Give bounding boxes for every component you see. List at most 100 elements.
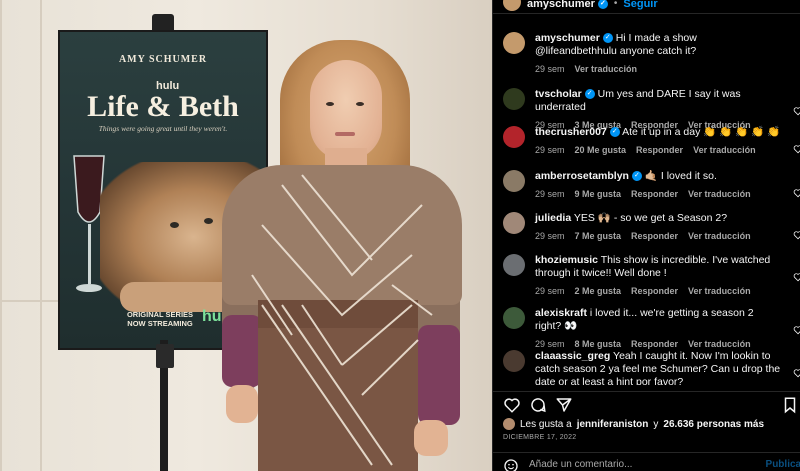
comment-meta: 29 sem 20 Me gusta Responder Ver traducción xyxy=(535,145,781,155)
wall-molding xyxy=(0,0,2,471)
commenter-username[interactable]: claaassic_greg xyxy=(535,350,610,362)
add-comment-bar: Publicar xyxy=(493,452,800,471)
translate-button[interactable]: Ver traducción xyxy=(688,189,751,199)
verified-icon: ✓ xyxy=(609,127,620,138)
commenter-username[interactable]: khoziemusic xyxy=(535,254,598,266)
reply-button[interactable]: Responder xyxy=(631,339,678,349)
comment-text: alexiskraft i loved it... we're getting … xyxy=(535,307,781,333)
commenter-avatar[interactable] xyxy=(503,307,525,329)
comment-body: YES 🙌🏼 - so we get a Season 2? xyxy=(573,212,728,224)
comment-item: amberrosetamblyn ✓ 🤙🏼 I loved it so. 29 se… xyxy=(493,170,800,199)
comment-text: juliedia YES 🙌🏼 - so we get a Season 2? xyxy=(535,212,781,225)
comment-item: tvscholar ✓ Um yes and DARE I say it was … xyxy=(493,88,800,130)
comment-likes[interactable]: 2 Me gusta xyxy=(575,286,622,296)
comment-text: amberrosetamblyn ✓ 🤙🏼 I loved it so. xyxy=(535,170,781,183)
comment-likes[interactable]: 8 Me gusta xyxy=(575,339,622,349)
comment-likes[interactable]: 20 Me gusta xyxy=(575,145,627,155)
comment-heart-icon[interactable] xyxy=(793,144,800,154)
wall-molding xyxy=(0,300,60,302)
comment-heart-icon[interactable] xyxy=(793,272,800,282)
comment-text: claaassic_greg Yeah I caught it. Now I'm… xyxy=(535,350,781,385)
verified-icon: ✓ xyxy=(597,0,608,9)
commenter-avatar[interactable] xyxy=(503,350,525,372)
person-eye xyxy=(356,102,364,106)
post-photo[interactable]: AMY SCHUMER hulu Life & Beth Things were… xyxy=(0,0,492,471)
comment-text: amyschumer ✓ Hi I made a show @lifeandbet… xyxy=(535,32,781,58)
commenter-username[interactable]: alexiskraft xyxy=(535,307,587,319)
publish-button[interactable]: Publicar xyxy=(766,459,800,470)
comment-time: 29 sem xyxy=(535,64,565,74)
comments-list[interactable]: amyschumer ✓ Hi I made a show @lifeandbet… xyxy=(493,30,800,385)
comment-body: 🤙🏼 I loved it so. xyxy=(644,170,717,182)
comment-text: khoziemusic This show is incredible. I'v… xyxy=(535,254,781,280)
comment-heart-icon[interactable] xyxy=(793,106,800,116)
reply-button[interactable]: Responder xyxy=(631,286,678,296)
commenter-username[interactable]: juliedia xyxy=(535,212,571,224)
share-icon[interactable] xyxy=(555,396,573,414)
commenter-avatar[interactable] xyxy=(503,88,525,110)
comment-meta: 29 sem 8 Me gusta Responder Ver traducción xyxy=(535,339,781,349)
poster-title: Life & Beth xyxy=(87,90,239,123)
comment-item: khoziemusic This show is incredible. I'v… xyxy=(493,254,800,296)
likes-connector: y xyxy=(653,418,659,430)
likes-count[interactable]: 26.636 personas más xyxy=(663,419,764,430)
comment-heart-icon[interactable] xyxy=(793,230,800,240)
comment-heart-icon[interactable] xyxy=(793,188,800,198)
commenter-username[interactable]: amyschumer xyxy=(535,32,600,44)
wall-molding xyxy=(40,0,42,471)
person-hand-right xyxy=(414,420,448,456)
poster-original-series: ORIGINAL SERIES NOW STREAMING xyxy=(126,310,194,328)
comment-meta: 29 sem Ver traducción xyxy=(535,64,781,74)
comment-input[interactable] xyxy=(529,459,759,470)
reply-button[interactable]: Responder xyxy=(631,231,678,241)
post-sidebar: amyschumer ✓ • Seguir amyschumer ✓ Hi I ma… xyxy=(492,0,800,471)
author-avatar[interactable] xyxy=(503,0,521,11)
translate-button[interactable]: Ver traducción xyxy=(688,286,751,296)
comment-text: tvscholar ✓ Um yes and DARE I say it was … xyxy=(535,88,781,114)
comment-item: claaassic_greg Yeah I caught it. Now I'm… xyxy=(493,350,800,385)
commenter-avatar[interactable] xyxy=(503,32,525,54)
translate-button[interactable]: Ver traducción xyxy=(688,339,751,349)
verified-icon: ✓ xyxy=(602,33,613,44)
person-eye xyxy=(326,102,334,106)
verified-icon: ✓ xyxy=(631,171,642,182)
reply-button[interactable]: Responder xyxy=(636,145,683,155)
post-viewer: AMY SCHUMER hulu Life & Beth Things were… xyxy=(0,0,800,471)
author-username[interactable]: amyschumer ✓ xyxy=(527,0,608,10)
liker-username[interactable]: jenniferaniston xyxy=(577,419,649,430)
comment-text: thecrusher007 ✓ Ate it up in a day 👏 👏 👏 … xyxy=(535,126,781,139)
emoji-icon[interactable] xyxy=(503,458,519,471)
comment-item: alexiskraft i loved it... we're getting … xyxy=(493,307,800,349)
comment-icon[interactable] xyxy=(529,396,547,414)
commenter-username[interactable]: amberrosetamblyn xyxy=(535,170,629,182)
comment-heart-icon[interactable] xyxy=(793,368,800,378)
comment-item: amyschumer ✓ Hi I made a show @lifeandbet… xyxy=(493,32,800,74)
likes-summary[interactable]: Les gusta a jenniferaniston y 26.636 per… xyxy=(503,418,764,430)
liker-avatar xyxy=(503,418,515,430)
translate-button[interactable]: Ver traducción xyxy=(693,145,756,155)
comment-time: 29 sem xyxy=(535,286,565,296)
comment-time: 29 sem xyxy=(535,339,565,349)
heart-icon[interactable] xyxy=(503,396,521,414)
separator-dot: • xyxy=(613,0,618,9)
comment-likes[interactable]: 9 Me gusta xyxy=(575,189,622,199)
comment-meta: 29 sem 7 Me gusta Responder Ver traducción xyxy=(535,231,781,241)
commenter-username[interactable]: tvscholar xyxy=(535,88,582,100)
translate-button[interactable]: Ver traducción xyxy=(575,64,638,74)
comment-likes[interactable]: 7 Me gusta xyxy=(575,231,622,241)
commenter-avatar[interactable] xyxy=(503,170,525,192)
comment-item: juliedia YES 🙌🏼 - so we get a Season 2? 2… xyxy=(493,212,800,241)
comment-heart-icon[interactable] xyxy=(793,325,800,335)
translate-button[interactable]: Ver traducción xyxy=(688,231,751,241)
bookmark-icon[interactable] xyxy=(781,396,799,414)
follow-button[interactable]: Seguir xyxy=(623,0,657,10)
person-mouth xyxy=(335,132,355,136)
comment-time: 29 sem xyxy=(535,145,565,155)
commenter-avatar[interactable] xyxy=(503,254,525,276)
reply-button[interactable]: Responder xyxy=(631,189,678,199)
easel-clamp xyxy=(156,344,174,368)
likes-prefix: Les gusta a xyxy=(520,418,572,430)
commenter-username[interactable]: thecrusher007 xyxy=(535,126,607,138)
commenter-avatar[interactable] xyxy=(503,126,525,148)
commenter-avatar[interactable] xyxy=(503,212,525,234)
